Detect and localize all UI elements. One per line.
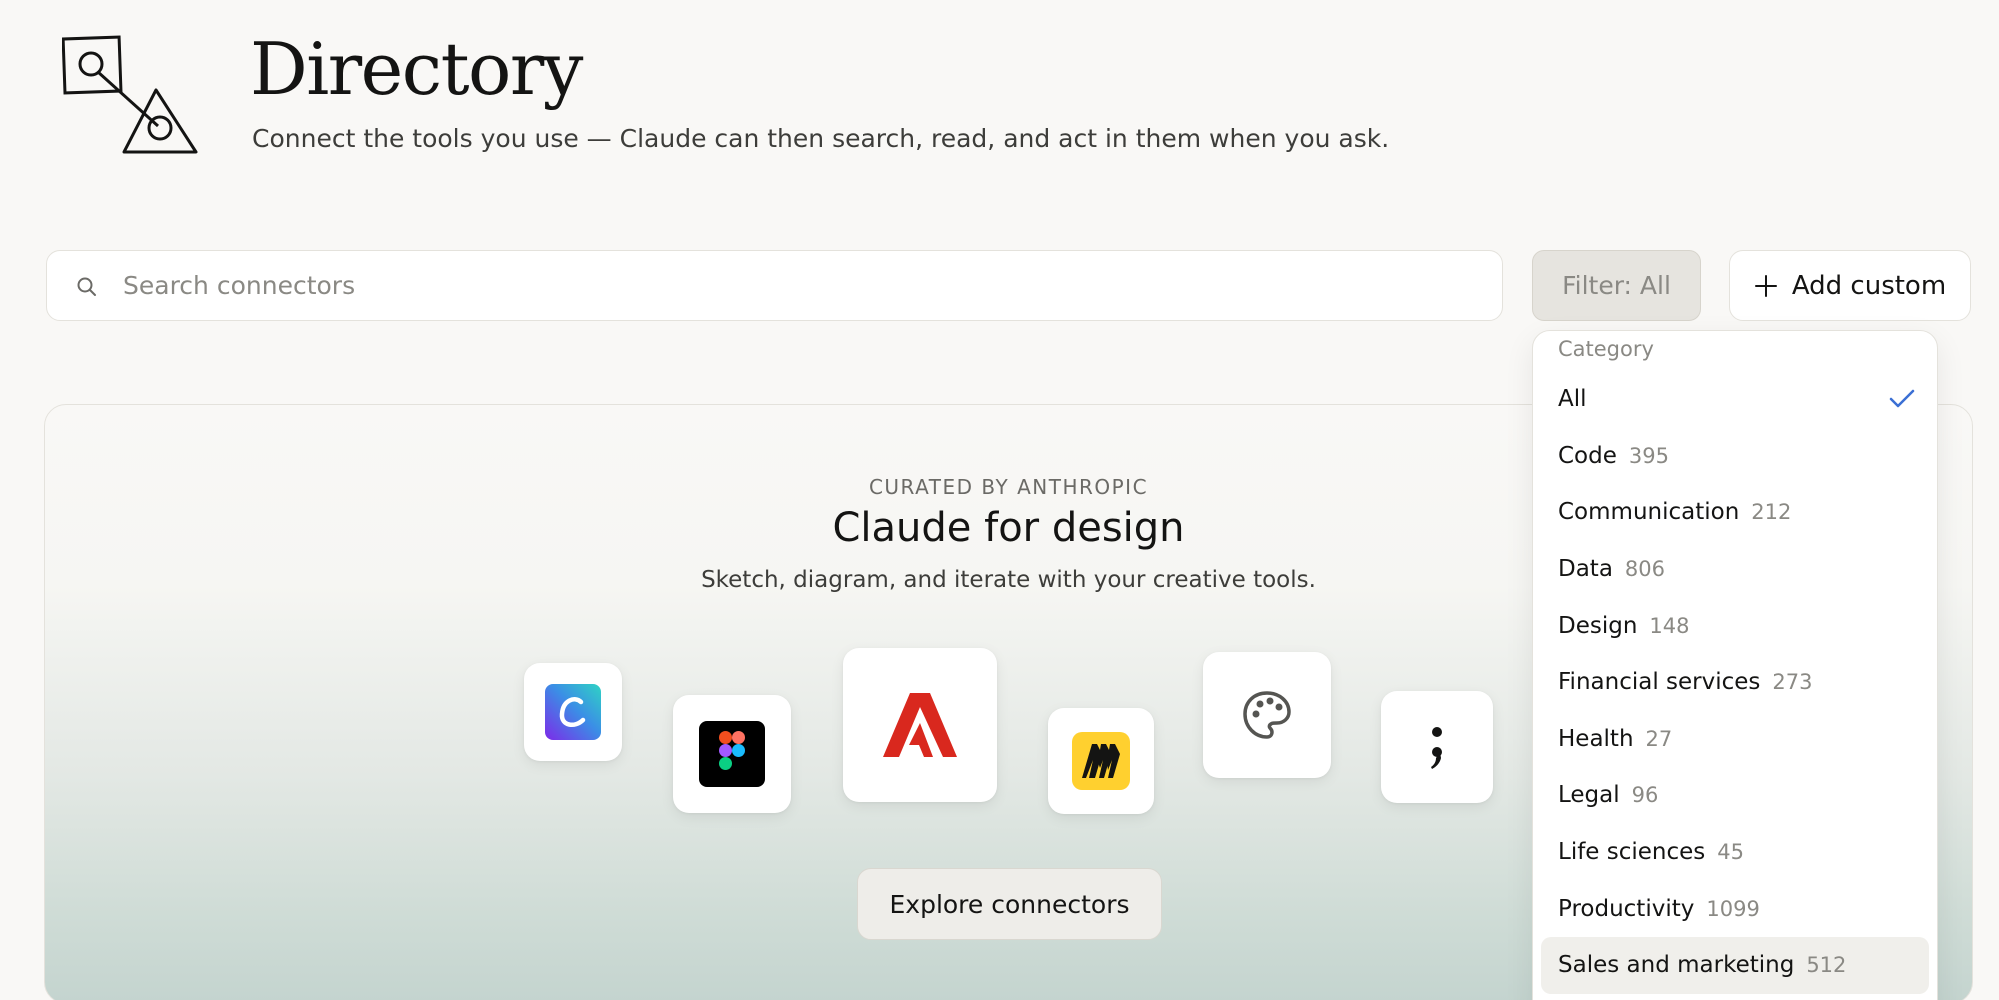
search-box[interactable] bbox=[46, 250, 1503, 321]
add-custom-label: Add custom bbox=[1791, 270, 1947, 301]
directory-page: Directory Connect the tools you use — Cl… bbox=[0, 0, 1999, 1000]
category-item-sales-and-marketing[interactable]: Sales and marketing 512 bbox=[1541, 936, 1929, 994]
canva-tile[interactable] bbox=[524, 663, 622, 761]
search-input[interactable] bbox=[123, 251, 1483, 320]
semicolon-tile[interactable] bbox=[1381, 691, 1493, 803]
canva-icon bbox=[545, 684, 601, 740]
category-count: 45 bbox=[1717, 840, 1745, 865]
category-list: All Code 395 Communication 212 Data 806 … bbox=[1541, 371, 1929, 994]
category-item-data[interactable]: Data 806 bbox=[1541, 541, 1929, 598]
category-item-code[interactable]: Code 395 bbox=[1541, 428, 1929, 485]
category-item-productivity[interactable]: Productivity 1099 bbox=[1541, 880, 1929, 937]
palette-icon bbox=[1243, 691, 1291, 739]
category-label: Code bbox=[1558, 442, 1617, 469]
check-icon bbox=[1889, 389, 1915, 408]
category-item-all[interactable]: All bbox=[1541, 371, 1929, 428]
figma-tile[interactable] bbox=[673, 695, 791, 813]
palette-tile[interactable] bbox=[1203, 652, 1331, 778]
category-heading: Category bbox=[1558, 337, 1654, 361]
page-subtitle: Connect the tools you use — Claude can t… bbox=[252, 124, 1390, 153]
category-item-communication[interactable]: Communication 212 bbox=[1541, 484, 1929, 541]
category-count: 27 bbox=[1645, 726, 1673, 751]
category-count: 512 bbox=[1806, 953, 1847, 978]
category-count: 148 bbox=[1649, 613, 1690, 638]
add-custom-button[interactable]: Add custom bbox=[1729, 250, 1971, 321]
category-label: Sales and marketing bbox=[1558, 952, 1795, 979]
category-item-health[interactable]: Health 27 bbox=[1541, 711, 1929, 768]
directory-illustration-icon bbox=[62, 35, 198, 154]
category-label: All bbox=[1558, 386, 1587, 413]
category-label: Health bbox=[1558, 725, 1634, 752]
category-count: 212 bbox=[1751, 500, 1792, 525]
figma-icon bbox=[699, 721, 765, 787]
plus-icon bbox=[1754, 274, 1777, 297]
category-label: Legal bbox=[1558, 782, 1620, 809]
page-title: Directory bbox=[250, 27, 583, 111]
category-item-life-sciences[interactable]: Life sciences 45 bbox=[1541, 824, 1929, 881]
category-count: 395 bbox=[1628, 443, 1669, 468]
category-label: Design bbox=[1558, 612, 1638, 639]
category-item-financial-services[interactable]: Financial services 273 bbox=[1541, 654, 1929, 711]
adobe-tile[interactable] bbox=[843, 648, 997, 802]
filter-button[interactable]: Filter: All bbox=[1532, 250, 1701, 321]
search-icon bbox=[77, 277, 96, 296]
category-item-legal[interactable]: Legal 96 bbox=[1541, 767, 1929, 824]
category-count: 806 bbox=[1624, 557, 1666, 582]
explore-connectors-button[interactable]: Explore connectors bbox=[857, 868, 1162, 940]
category-label: Data bbox=[1558, 556, 1613, 583]
category-count: 1099 bbox=[1706, 896, 1760, 921]
category-count: 96 bbox=[1631, 783, 1659, 808]
category-item-design[interactable]: Design 148 bbox=[1541, 597, 1929, 654]
miro-tile[interactable] bbox=[1048, 708, 1154, 814]
miro-icon bbox=[1072, 732, 1130, 790]
category-label: Productivity bbox=[1558, 895, 1695, 922]
category-dropdown: Category All Code 395 Communication 212 … bbox=[1532, 330, 1938, 1000]
category-label: Financial services bbox=[1558, 669, 1761, 696]
category-label: Life sciences bbox=[1558, 839, 1706, 866]
semicolon-icon bbox=[1431, 727, 1442, 769]
category-label: Communication bbox=[1558, 499, 1740, 526]
adobe-icon bbox=[883, 693, 957, 757]
category-count: 273 bbox=[1772, 670, 1813, 695]
